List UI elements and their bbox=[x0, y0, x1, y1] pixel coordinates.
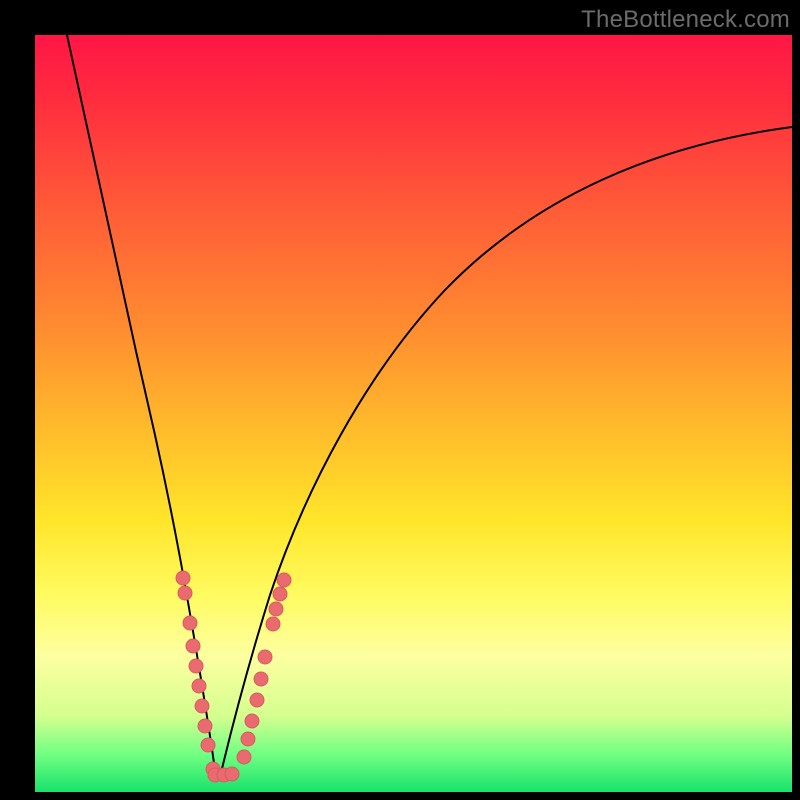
curve-layer bbox=[35, 35, 792, 792]
plot-area bbox=[35, 35, 792, 792]
watermark-text: TheBottleneck.com bbox=[581, 6, 790, 34]
curve-right bbox=[220, 127, 792, 777]
chart-frame: TheBottleneck.com bbox=[0, 0, 800, 800]
data-dots bbox=[176, 571, 291, 782]
